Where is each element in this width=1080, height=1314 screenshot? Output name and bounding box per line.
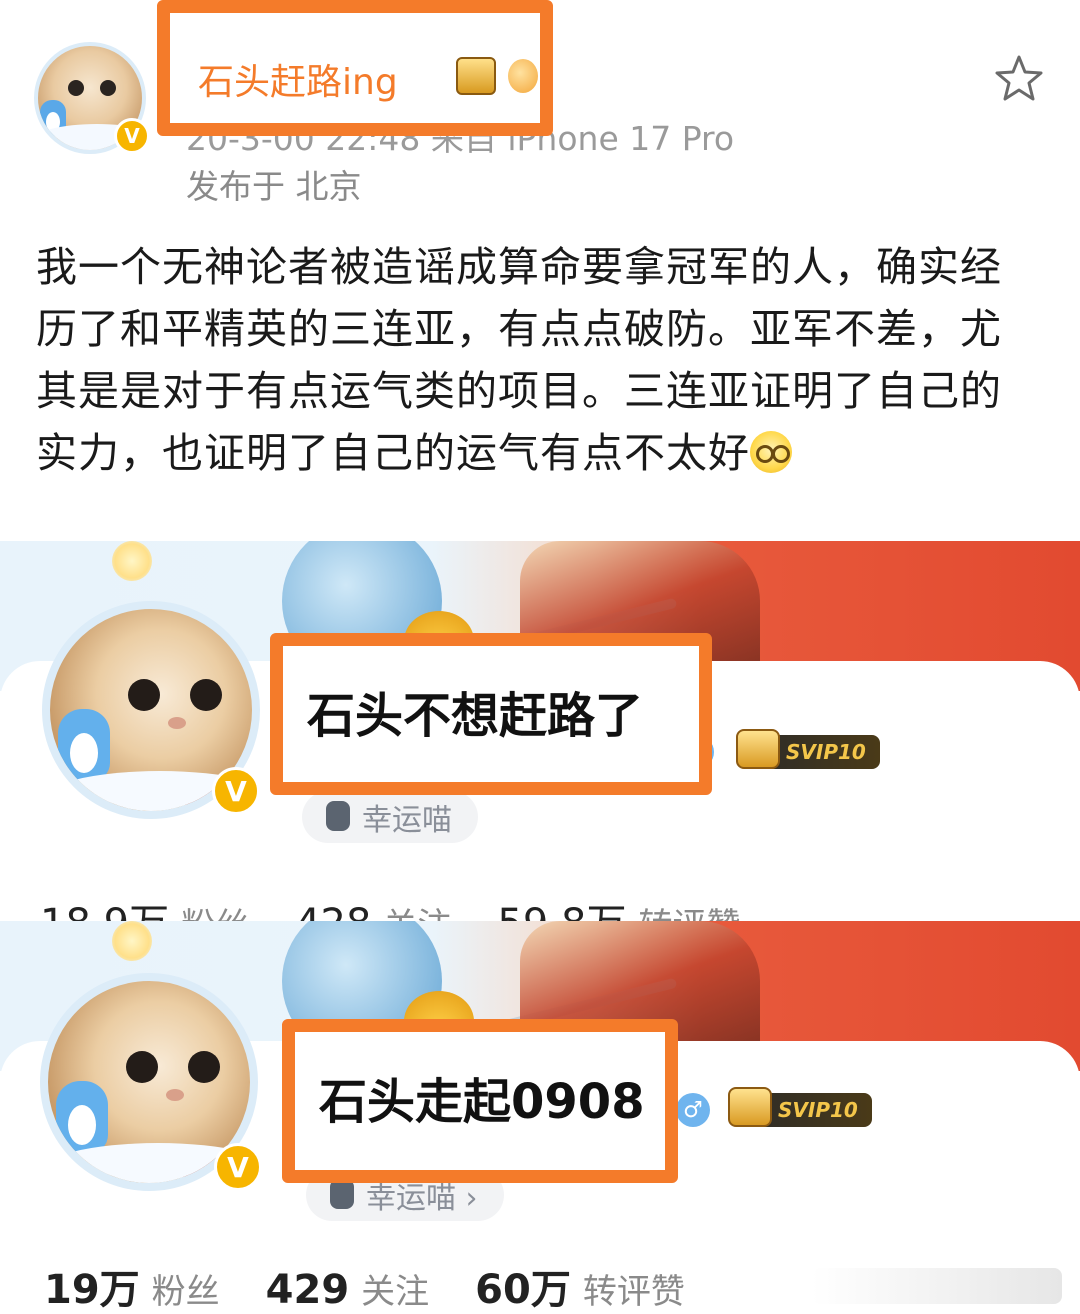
svip-label: SVIP10 bbox=[778, 1098, 858, 1122]
fans-stat[interactable]: 19万 粉丝 bbox=[44, 1257, 220, 1314]
glasses-face-emoji-icon bbox=[750, 431, 792, 473]
interactions-label: 转评赞 bbox=[638, 898, 740, 921]
following-count: 429 bbox=[265, 1267, 350, 1313]
vip-crown-icon bbox=[456, 57, 496, 95]
profile-card: 幸运喵 › ♂ SVIP10 19万 粉丝 429 关注 60万 转评赞 V 石… bbox=[0, 921, 1080, 1314]
banner-sun bbox=[112, 541, 152, 581]
avatar-cat-eye bbox=[188, 1051, 220, 1083]
author-name-highlight: 石头赶路ing bbox=[157, 0, 553, 136]
profile-name-highlight: 石头不想赶路了 bbox=[270, 633, 712, 795]
post-location: 发布于 北京 bbox=[186, 167, 362, 206]
following-count: 428 bbox=[295, 901, 371, 921]
watermark bbox=[812, 1268, 1062, 1304]
interactions-count: 59.8万 bbox=[497, 891, 626, 921]
following-label: 关注 bbox=[361, 1272, 430, 1312]
verified-badge-icon: V bbox=[114, 118, 150, 154]
post-text: 我一个无神论者被造谣成算命要拿冠军的人，确实经历了和平精英的三连亚，有点点破防。… bbox=[36, 243, 1002, 477]
lucky-tag[interactable]: 幸运喵 bbox=[302, 791, 478, 843]
lucky-tag-label: 幸运喵 bbox=[362, 803, 452, 838]
following-stat[interactable]: 429 关注 bbox=[266, 1264, 430, 1313]
avatar-cat-eye bbox=[190, 679, 222, 711]
fans-label: 粉丝 bbox=[151, 1272, 220, 1312]
avatar-penguin bbox=[58, 709, 110, 781]
following-stat[interactable]: 428 关注 bbox=[295, 898, 451, 921]
lucky-cat-icon bbox=[330, 1179, 354, 1209]
profile-stats: 19万 粉丝 429 关注 60万 转评赞 bbox=[44, 1257, 731, 1314]
fans-count: 18.9万 bbox=[40, 891, 169, 921]
interactions-label: 转评赞 bbox=[582, 1272, 685, 1312]
profile-name-highlight: 石头走起0908 bbox=[282, 1019, 678, 1183]
verified-badge-icon: V bbox=[212, 767, 260, 815]
male-icon: ♂ bbox=[676, 1093, 710, 1127]
crown-icon bbox=[728, 1087, 772, 1127]
profile-name[interactable]: 石头不想赶路了 bbox=[307, 676, 643, 746]
banner-sun bbox=[112, 921, 152, 961]
author-name[interactable]: 石头赶路ing bbox=[198, 53, 398, 105]
avatar-cat-nose bbox=[166, 1089, 184, 1101]
interactions-stat[interactable]: 59.8万 转评赞 bbox=[497, 891, 740, 921]
post-body: 我一个无神论者被造谣成算命要拿冠军的人，确实经历了和平精英的三连亚，有点点破防。… bbox=[36, 236, 1036, 484]
fans-label: 粉丝 bbox=[181, 898, 249, 921]
avatar-cat-eye bbox=[100, 80, 116, 96]
avatar-cat-eye bbox=[126, 1051, 158, 1083]
interactions-count: 60万 bbox=[475, 1267, 571, 1313]
verified-badge-icon: V bbox=[214, 1143, 262, 1191]
interactions-stat[interactable]: 60万 转评赞 bbox=[475, 1257, 685, 1314]
fans-stat[interactable]: 18.9万 粉丝 bbox=[40, 891, 249, 921]
avatar-cat-eye bbox=[128, 679, 160, 711]
weibo-post: V 20-3-00 22:48 来自 iPhone 17 Pro 发布于 北京 … bbox=[0, 0, 1080, 541]
following-label: 关注 bbox=[383, 898, 451, 921]
avatar-penguin bbox=[56, 1081, 108, 1153]
profile-card: 幸运喵 SVIP10 18.9万 粉丝 428 关注 59.8万 转评赞 bbox=[0, 541, 1080, 921]
avatar-cat-nose bbox=[168, 717, 186, 729]
avatar-cat-eye bbox=[68, 80, 84, 96]
svip-badge[interactable]: SVIP10 bbox=[736, 729, 880, 769]
profile-stats: 18.9万 粉丝 428 关注 59.8万 转评赞 bbox=[40, 891, 786, 921]
star-outline-icon[interactable] bbox=[994, 54, 1044, 102]
fans-count: 19万 bbox=[44, 1267, 140, 1313]
profile-name[interactable]: 石头走起0908 bbox=[319, 1062, 645, 1132]
crown-icon bbox=[736, 729, 780, 769]
svip-label: SVIP10 bbox=[786, 740, 866, 764]
fan-badge-icon bbox=[508, 59, 538, 93]
svip-badge[interactable]: SVIP10 bbox=[728, 1087, 872, 1127]
lucky-cat-icon bbox=[326, 801, 350, 831]
